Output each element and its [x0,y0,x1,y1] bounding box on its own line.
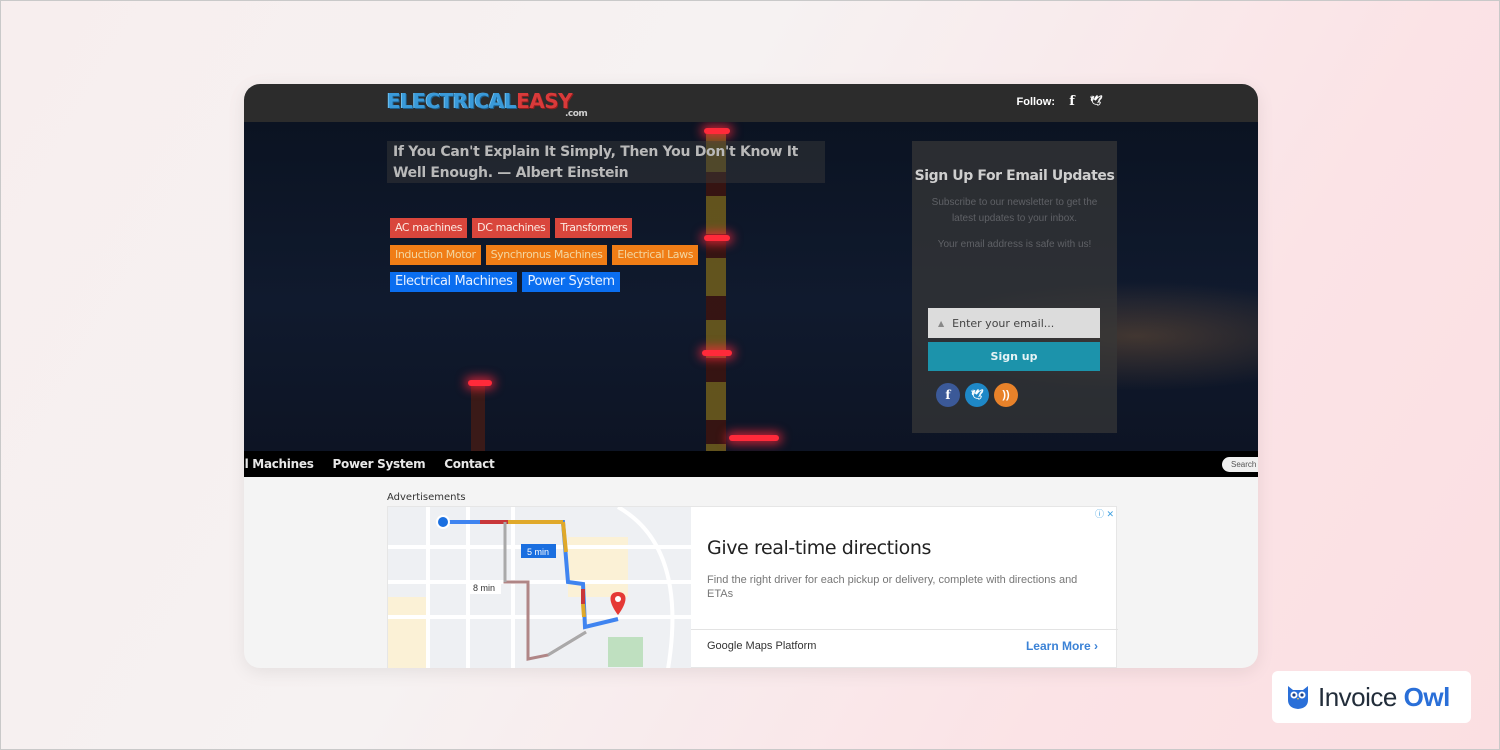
tag-dc-machines[interactable]: DC machines [472,218,551,238]
ad-title[interactable]: Give real-time directions [707,537,931,559]
nav-items: cal Machines Power System Contact [244,457,495,471]
follow-label: Follow: [1016,95,1056,108]
site-header: ELECTRICALEASY .com Follow: f 🕊 [244,84,1258,122]
tag-row: AC machines DC machines Transformers [390,218,698,238]
site-logo[interactable]: ELECTRICALEASY .com [387,89,588,121]
logo-text-electrical: ELECTRICAL [387,89,517,113]
nav-item-power-system[interactable]: Power System [333,457,426,471]
ad-description: Find the right driver for each pickup or… [707,574,1078,600]
email-placeholder: Enter your email... [952,316,1055,330]
email-signup-widget: Sign Up For Email Updates Subscribe to o… [912,141,1117,433]
category-tags: AC machines DC machines Transformers Ind… [390,218,699,299]
hero-quote: If You Can't Explain It Simply, Then You… [387,141,825,183]
tag-row: Electrical Machines Power System [390,272,698,292]
twitter-icon[interactable]: 🕊 [965,383,989,407]
learn-more-link[interactable]: Learn More › [1026,639,1098,653]
tower-light [704,128,730,134]
logo-text-easy: EASY [516,89,573,113]
tag-induction-motor[interactable]: Induction Motor [390,245,481,265]
tower-illustration [471,384,485,451]
brand-part2: Owl [1403,681,1451,712]
tag-transformers[interactable]: Transformers [555,218,633,238]
brand-part1: Invoice [1318,681,1397,712]
tag-power-system[interactable]: Power System [522,272,620,292]
tower-light [468,380,492,386]
signup-title: Sign Up For Email Updates [914,168,1115,184]
twitter-icon[interactable]: 🕊 [1089,96,1103,107]
ad-brand: Google Maps Platform [707,640,817,652]
signup-description: Subscribe to our newsletter to get the l… [931,197,1098,224]
tower-light [704,235,730,241]
main-nav: cal Machines Power System Contact Search [244,451,1258,477]
owl-icon [1288,686,1308,709]
rss-icon[interactable]: )) [994,383,1018,407]
map-label-slow: 8 min [473,583,495,593]
chevron-right-icon: › [1094,639,1098,653]
tag-row: Induction Motor Synchronus Machines Elec… [390,245,699,265]
ad-divider [691,629,1118,630]
tower-light [702,350,732,356]
map-illustration: 5 min 8 min [388,507,691,668]
tag-electrical-laws[interactable]: Electrical Laws [612,245,699,265]
tower-light [729,435,779,441]
tag-synchronus-machines[interactable]: Synchronus Machines [485,245,608,265]
email-input[interactable]: ▲ Enter your email... [928,308,1100,338]
search-input[interactable]: Search [1222,457,1258,472]
facebook-icon[interactable]: f [1065,94,1079,109]
ad-map-image: 5 min 8 min [388,507,691,668]
signup-social-links: f 🕊 )) [936,383,1018,407]
follow-links: Follow: f 🕊 [1017,94,1104,109]
user-icon: ▲ [938,318,945,328]
learn-more-label: Learn More [1025,639,1091,653]
tag-ac-machines[interactable]: AC machines [390,218,468,238]
ad-info-close-icon[interactable]: ⓘ ✕ [1095,507,1114,520]
facebook-icon[interactable]: f [936,383,960,407]
signup-button[interactable]: Sign up [928,342,1100,371]
signup-safe-note: Your email address is safe with us! [937,239,1092,250]
advertisements-label: Advertisements [387,492,466,503]
nav-item-contact[interactable]: Contact [444,457,494,471]
nav-item-electrical-machines[interactable]: cal Machines [244,457,314,471]
browser-frame: ELECTRICALEASY .com Follow: f 🕊 If You C… [244,84,1258,668]
tag-electrical-machines[interactable]: Electrical Machines [390,272,518,292]
ad-banner[interactable]: 5 min 8 min ⓘ ✕ Give real-time direction… [387,506,1118,668]
invoiceowl-logo-text: Invoice Owl [1318,682,1450,713]
ad-content: ⓘ ✕ Give real-time directions Find the r… [691,507,1118,668]
map-label-fast: 5 min [527,547,549,557]
logo-suffix: .com [565,109,588,119]
hero-banner: If You Can't Explain It Simply, Then You… [244,122,1258,451]
invoiceowl-watermark: Invoice Owl [1272,671,1471,723]
